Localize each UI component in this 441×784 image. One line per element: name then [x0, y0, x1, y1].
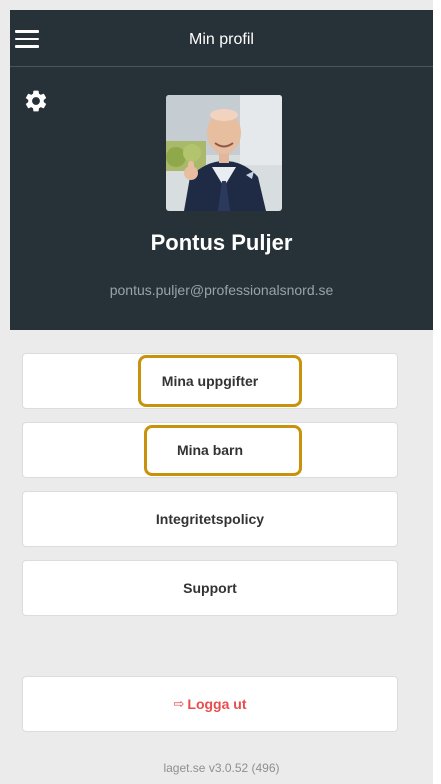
top-bar: Min profil	[10, 10, 433, 67]
app-version: laget.se v3.0.52 (496)	[163, 761, 280, 775]
profile-email: pontus.puljer@professionalsnord.se	[109, 282, 334, 298]
support-button[interactable]: Support	[22, 560, 398, 616]
app-screen: Min profil Pontus Puljer pontus.puljer@p…	[10, 10, 433, 784]
logout-icon: ⇨	[173, 696, 185, 711]
logout-button[interactable]: ⇨ Logga ut	[22, 676, 398, 732]
avatar	[166, 95, 282, 211]
mina-barn-button[interactable]: Mina barn	[22, 422, 398, 478]
screen-edge	[433, 0, 441, 784]
support-label: Support	[183, 580, 237, 596]
profile-name: Pontus Puljer	[150, 230, 293, 255]
mina-uppgifter-label: Mina uppgifter	[161, 373, 259, 389]
page-title: Min profil	[189, 31, 254, 48]
mina-uppgifter-button[interactable]: Mina uppgifter	[22, 353, 398, 409]
gear-icon[interactable]	[23, 88, 49, 114]
mina-barn-label: Mina barn	[176, 442, 244, 458]
integritetspolicy-label: Integritetspolicy	[155, 511, 265, 527]
profile-header: Min profil Pontus Puljer pontus.puljer@p…	[10, 10, 433, 330]
integritetspolicy-button[interactable]: Integritetspolicy	[22, 491, 398, 547]
logout-label: Logga ut	[187, 696, 247, 712]
